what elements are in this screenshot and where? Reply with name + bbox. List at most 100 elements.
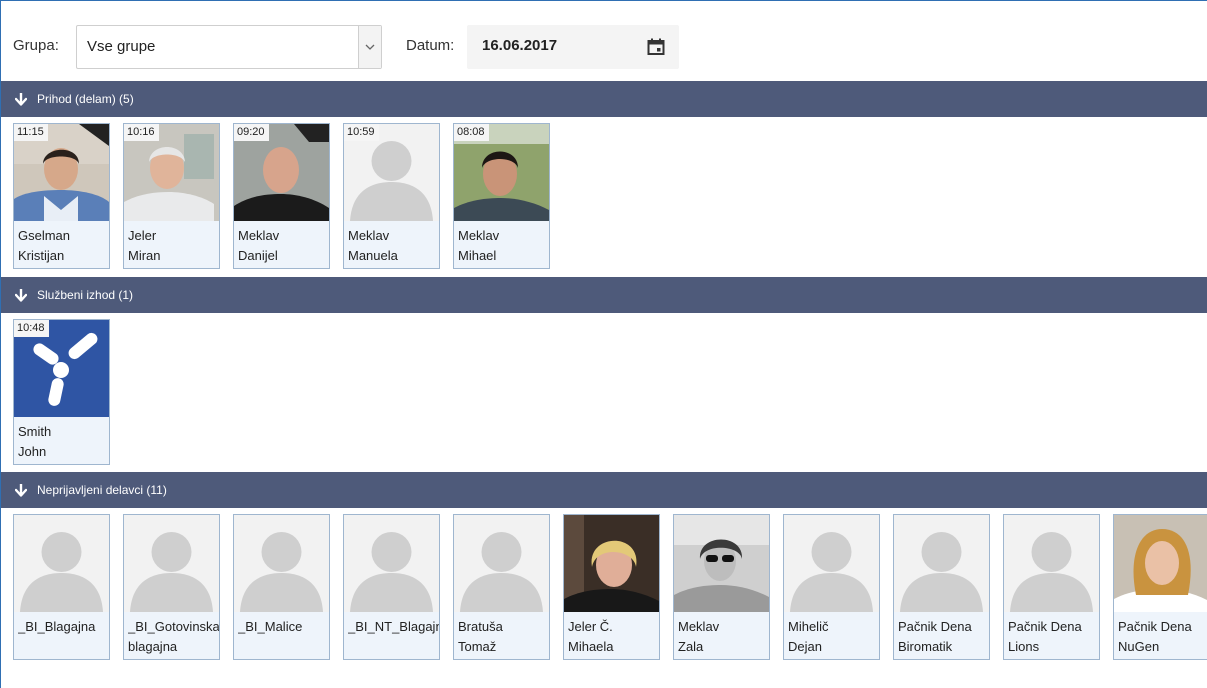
section-header[interactable]: Prihod (delam) (5) xyxy=(1,81,1207,117)
employee-first-name: blagajna xyxy=(128,639,178,654)
avatar-placeholder xyxy=(124,515,219,612)
employee-last-name: Pačnik Dena xyxy=(1118,619,1192,634)
time-badge: 11:15 xyxy=(14,124,48,141)
employee-card[interactable]: 11:15 Gselman Kristijan xyxy=(13,123,110,269)
chevron-down-icon[interactable] xyxy=(358,26,381,68)
section-header[interactable]: Službeni izhod (1) xyxy=(1,277,1207,313)
employee-last-name: Smith xyxy=(18,424,52,439)
employee-card[interactable]: Bratuša Tomaž xyxy=(453,514,550,660)
group-select-value: Vse grupe xyxy=(87,38,156,55)
avatar-placeholder xyxy=(344,515,439,612)
employee-last-name: Meklav xyxy=(348,228,390,243)
employee-card[interactable]: Mihelič Dejan xyxy=(783,514,880,660)
employee-first-name: John xyxy=(18,444,47,459)
employee-last-name: Pačnik Dena xyxy=(1008,619,1082,634)
section-title: Prihod (delam) (5) xyxy=(37,92,134,106)
employee-name: Pačnik Dena NuGen xyxy=(1118,617,1207,657)
time-badge: 08:08 xyxy=(454,124,489,141)
employee-card[interactable]: 09:20 Meklav Danijel xyxy=(233,123,330,269)
calendar-icon[interactable] xyxy=(647,38,665,61)
date-label: Datum: xyxy=(406,37,455,54)
arrow-down-icon[interactable] xyxy=(15,483,27,497)
employee-last-name: _BI_NT_Blagajna xyxy=(348,619,439,634)
employee-card[interactable]: Pačnik Dena Lions xyxy=(1003,514,1100,660)
avatar-placeholder xyxy=(784,515,879,612)
employee-name: Mihelič Dejan xyxy=(788,617,879,657)
employee-card[interactable]: _BI_NT_Blagajna xyxy=(343,514,440,660)
attendance-page: Grupa: Vse grupe Datum: 16.06.2017 Priho… xyxy=(0,0,1207,688)
employee-name: Jeler Č. Mihaela xyxy=(568,617,659,657)
employee-card[interactable]: Pačnik Dena NuGen xyxy=(1113,514,1207,660)
employee-last-name: Bratuša xyxy=(458,619,503,634)
employee-name: Meklav Mihael xyxy=(458,226,549,266)
employee-first-name: Mihael xyxy=(458,248,497,263)
arrow-down-icon[interactable] xyxy=(15,288,27,302)
employee-name: _BI_Blagajna xyxy=(18,617,109,637)
filter-bar: Grupa: Vse grupe Datum: 16.06.2017 xyxy=(1,1,1207,81)
employee-last-name: Meklav xyxy=(678,619,720,634)
avatar-placeholder xyxy=(14,515,109,612)
avatar-photo xyxy=(564,515,659,612)
employee-first-name: Kristijan xyxy=(18,248,65,263)
date-value: 16.06.2017 xyxy=(482,37,558,54)
avatar-photo xyxy=(674,515,769,612)
group-select[interactable]: Vse grupe xyxy=(76,25,382,69)
employee-name: _BI_NT_Blagajna xyxy=(348,617,439,637)
employee-last-name: Jeler xyxy=(128,228,157,243)
employee-first-name: Lions xyxy=(1008,639,1040,654)
time-badge: 10:16 xyxy=(124,124,159,141)
employee-card[interactable]: Pačnik Dena Biromatik xyxy=(893,514,990,660)
employee-cards: 10:48 Smith John xyxy=(1,313,1207,465)
employee-name: Pačnik Dena Lions xyxy=(1008,617,1099,657)
employee-last-name: _BI_Gotovinska xyxy=(128,619,219,634)
employee-card[interactable]: _BI_Malice xyxy=(233,514,330,660)
employee-name: _BI_Gotovinska blagajna xyxy=(128,617,219,657)
employee-last-name: Meklav xyxy=(458,228,500,243)
date-field[interactable]: 16.06.2017 xyxy=(467,25,679,69)
time-badge: 10:48 xyxy=(14,320,49,337)
employee-last-name: Meklav xyxy=(238,228,280,243)
employee-card[interactable]: _BI_Blagajna xyxy=(13,514,110,660)
employee-card[interactable]: 10:59 Meklav Manuela xyxy=(343,123,440,269)
employee-name: Jeler Miran xyxy=(128,226,219,266)
avatar-placeholder xyxy=(894,515,989,612)
avatar-placeholder xyxy=(1004,515,1099,612)
employee-name: Smith John xyxy=(18,422,109,462)
employee-first-name: Biromatik xyxy=(898,639,953,654)
group-label: Grupa: xyxy=(13,37,59,54)
employee-first-name: Danijel xyxy=(238,248,278,263)
employee-cards: _BI_Blagajna _BI_Gotovinska blagajna _BI_Ma… xyxy=(1,508,1207,660)
employee-card[interactable]: 10:16 Jeler Miran xyxy=(123,123,220,269)
employee-card[interactable]: Jeler Č. Mihaela xyxy=(563,514,660,660)
time-badge: 10:59 xyxy=(344,124,379,141)
employee-card[interactable]: _BI_Gotovinska blagajna xyxy=(123,514,220,660)
employee-first-name: Zala xyxy=(678,639,704,654)
avatar-placeholder xyxy=(234,515,329,612)
employee-name: Meklav Zala xyxy=(678,617,769,657)
employee-name: Meklav Danijel xyxy=(238,226,329,266)
time-badge: 09:20 xyxy=(234,124,269,141)
employee-last-name: Pačnik Dena xyxy=(898,619,972,634)
section-title: Službeni izhod (1) xyxy=(37,288,134,302)
employee-last-name: _BI_Malice xyxy=(238,619,303,634)
employee-first-name: Manuela xyxy=(348,248,398,263)
employee-card[interactable]: 08:08 Meklav Mihael xyxy=(453,123,550,269)
employee-name: Pačnik Dena Biromatik xyxy=(898,617,989,657)
employee-last-name: Mihelič xyxy=(788,619,829,634)
employee-card[interactable]: 10:48 Smith John xyxy=(13,319,110,465)
employee-first-name: Mihaela xyxy=(568,639,614,654)
employee-cards: 11:15 Gselman Kristijan 10:16 Jeler Miran 09:2… xyxy=(1,117,1207,269)
employee-card[interactable]: Meklav Zala xyxy=(673,514,770,660)
employee-name: Meklav Manuela xyxy=(348,226,439,266)
employee-first-name: Tomaž xyxy=(458,639,497,654)
avatar-photo xyxy=(1114,515,1207,612)
arrow-down-icon[interactable] xyxy=(15,92,27,106)
employee-name: Gselman Kristijan xyxy=(18,226,109,266)
employee-name: Bratuša Tomaž xyxy=(458,617,549,657)
avatar-placeholder xyxy=(454,515,549,612)
section-header[interactable]: Neprijavljeni delavci (11) xyxy=(1,472,1207,508)
employee-first-name: Miran xyxy=(128,248,161,263)
employee-first-name: NuGen xyxy=(1118,639,1160,654)
employee-last-name: _BI_Blagajna xyxy=(18,619,96,634)
employee-first-name: Dejan xyxy=(788,639,822,654)
